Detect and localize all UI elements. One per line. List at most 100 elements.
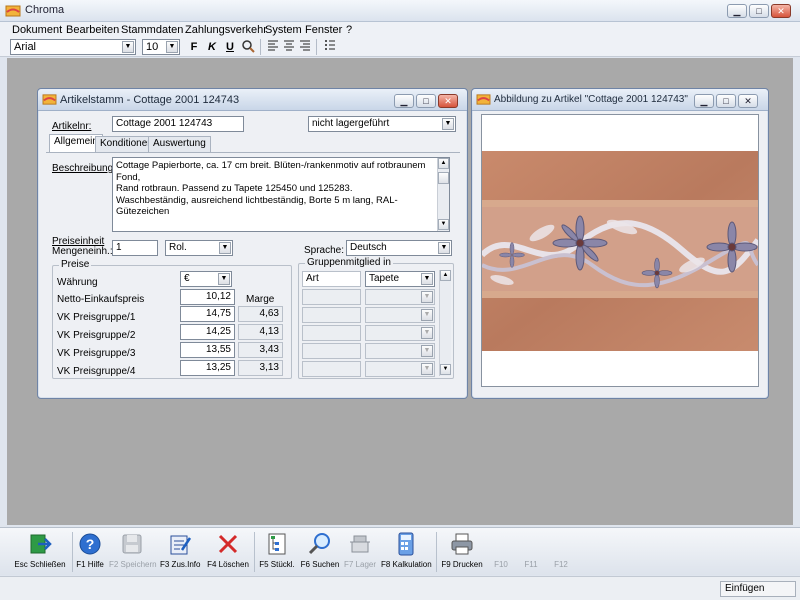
svg-text:?: ? <box>86 536 95 552</box>
price-input[interactable]: 10,12 <box>180 289 235 305</box>
gruppen-select[interactable]: Tapete ▼ <box>365 271 435 287</box>
fkey-label: F10 <box>494 560 508 569</box>
menu-system[interactable]: System <box>265 24 302 36</box>
image-window-title: Abbildung zu Artikel "Cottage 2001 12474… <box>494 94 688 105</box>
font-size-select[interactable]: 10 ▼ <box>142 39 180 55</box>
price-row-label: VK Preisgruppe/1 <box>57 312 136 323</box>
search-icon <box>308 533 330 555</box>
color-picker-icon[interactable] <box>240 39 256 55</box>
italic-button[interactable]: K <box>204 39 220 55</box>
underline-button[interactable]: U <box>222 39 238 55</box>
f4-delete-button[interactable]: F4 Löschen <box>206 530 250 574</box>
format-toolbar: Arial ▼ 10 ▼ F K U <box>0 37 800 57</box>
price-row-label: VK Preisgruppe/3 <box>57 348 136 359</box>
gruppen-cell <box>302 361 361 377</box>
close-button[interactable]: ✕ <box>771 4 791 18</box>
f7-lager-button[interactable]: F7 Lager <box>343 530 377 574</box>
image-maximize-button[interactable]: □ <box>716 94 736 108</box>
price-input[interactable]: 14,75 <box>180 306 235 322</box>
scroll-down-icon[interactable]: ▼ <box>440 364 451 375</box>
menu-bearbeiten[interactable]: Bearbeiten <box>66 24 119 36</box>
chroma-app-icon <box>5 5 21 17</box>
maximize-button[interactable]: □ <box>749 4 769 18</box>
waehrung-value: € <box>184 273 190 284</box>
article-window-title: Artikelstamm - Cottage 2001 124743 <box>60 94 240 106</box>
fkey-label: F11 <box>524 560 538 569</box>
scroll-up-icon[interactable]: ▲ <box>440 270 451 281</box>
gruppen-cell <box>302 325 361 341</box>
f8-kalkulation-button[interactable]: F8 Kalkulation <box>381 530 432 574</box>
gruppen-scrollbar[interactable]: ▲ ▼ <box>439 270 451 376</box>
scroll-thumb[interactable] <box>438 172 449 184</box>
bold-button[interactable]: F <box>186 39 202 55</box>
price-input[interactable]: 13,55 <box>180 342 235 358</box>
f11-button[interactable]: F11 <box>520 530 542 574</box>
marge-value: 4,13 <box>238 324 283 340</box>
preiseinheit-input[interactable]: 1 <box>112 240 158 256</box>
function-key-bar: Esc Schließen ? F1 Hilfe F2 Speichern F3… <box>0 527 800 575</box>
beschreibung-line: Rand rotbraun. Passend zu Tapete 125450 … <box>116 183 353 194</box>
article-close-button[interactable]: ✕ <box>438 94 458 108</box>
menu-stammdaten[interactable]: Stammdaten <box>121 24 183 36</box>
price-row-label: VK Preisgruppe/2 <box>57 330 136 341</box>
beschreibung-line: Cottage Papierborte, ca. 17 cm breit. Bl… <box>116 160 426 183</box>
chevron-down-icon: ▼ <box>421 363 433 375</box>
marge-value: 4,63 <box>238 306 283 322</box>
menu-zahlungsverkehr[interactable]: Zahlungsverkehr <box>185 24 267 36</box>
scroll-down-icon[interactable]: ▼ <box>438 219 449 230</box>
fkey-label: F3 Zus.Info <box>160 560 201 569</box>
f12-button[interactable]: F12 <box>550 530 572 574</box>
artikelnr-label: Artikelnr: <box>52 121 92 132</box>
f2-save-button[interactable]: F2 Speichern <box>109 530 157 574</box>
menu-fenster[interactable]: Fenster <box>305 24 342 36</box>
chevron-down-icon: ▼ <box>421 345 433 357</box>
chroma-window-icon <box>476 94 491 105</box>
image-close-button[interactable]: ✕ <box>738 94 758 108</box>
bullet-list-icon[interactable] <box>322 39 338 55</box>
artikelnr-input[interactable]: Cottage 2001 124743 <box>112 116 244 132</box>
esc-close-button[interactable]: Esc Schließen <box>10 530 70 574</box>
gruppen-cell <box>302 289 361 305</box>
article-minimize-button[interactable]: ▁ <box>394 94 414 108</box>
font-family-value: Arial <box>14 41 37 53</box>
toolbar-separator <box>260 39 261 55</box>
price-input[interactable]: 14,25 <box>180 324 235 340</box>
status-mode: Einfügen <box>720 581 796 597</box>
sprache-value: Deutsch <box>350 242 387 253</box>
image-minimize-button[interactable]: ▁ <box>694 94 714 108</box>
menu-dokument[interactable]: Dokument <box>12 24 62 36</box>
f5-stueckliste-button[interactable]: F5 Stückl. <box>258 530 296 574</box>
toolbar-separator <box>254 532 255 572</box>
f6-search-button[interactable]: F6 Suchen <box>300 530 340 574</box>
chevron-down-icon: ▼ <box>421 309 433 321</box>
beschreibung-textarea[interactable]: Cottage Papierborte, ca. 17 cm breit. Bl… <box>112 157 450 232</box>
align-left-icon[interactable] <box>265 39 281 55</box>
fkey-label: F8 Kalkulation <box>381 560 432 569</box>
chroma-window-icon <box>42 94 57 105</box>
price-input[interactable]: 13,25 <box>180 360 235 376</box>
waehrung-select[interactable]: € ▼ <box>180 271 232 287</box>
warehouse-icon <box>350 535 370 553</box>
marge-value: 3,13 <box>238 360 283 376</box>
beschreibung-scrollbar[interactable]: ▲ ▼ <box>437 158 449 231</box>
sprache-select[interactable]: Deutsch ▼ <box>346 240 452 256</box>
minimize-button[interactable]: ▁ <box>727 4 747 18</box>
align-center-icon[interactable] <box>281 39 297 55</box>
f1-help-button[interactable]: ? F1 Hilfe <box>74 530 106 574</box>
font-family-select[interactable]: Arial ▼ <box>10 39 136 55</box>
chevron-down-icon: ▼ <box>219 242 231 254</box>
fkey-label: F5 Stückl. <box>259 560 295 569</box>
gruppen-legend: Gruppenmitglied in <box>305 257 393 268</box>
gruppen-select-disabled: ▼ <box>365 307 435 323</box>
f10-button[interactable]: F10 <box>490 530 512 574</box>
lager-select[interactable]: nicht lagergeführt ▼ <box>308 116 456 132</box>
mengeneinheit-select[interactable]: Rol. ▼ <box>165 240 233 256</box>
scroll-up-icon[interactable]: ▲ <box>438 158 449 169</box>
align-right-icon[interactable] <box>297 39 313 55</box>
toolbar-separator <box>316 39 317 55</box>
article-maximize-button[interactable]: □ <box>416 94 436 108</box>
menu-help[interactable]: ? <box>346 24 352 36</box>
f3-zusinfo-button[interactable]: F3 Zus.Info <box>160 530 200 574</box>
tab-auswertung[interactable]: Auswertung <box>148 136 211 152</box>
f9-print-button[interactable]: F9 Drucken <box>441 530 483 574</box>
